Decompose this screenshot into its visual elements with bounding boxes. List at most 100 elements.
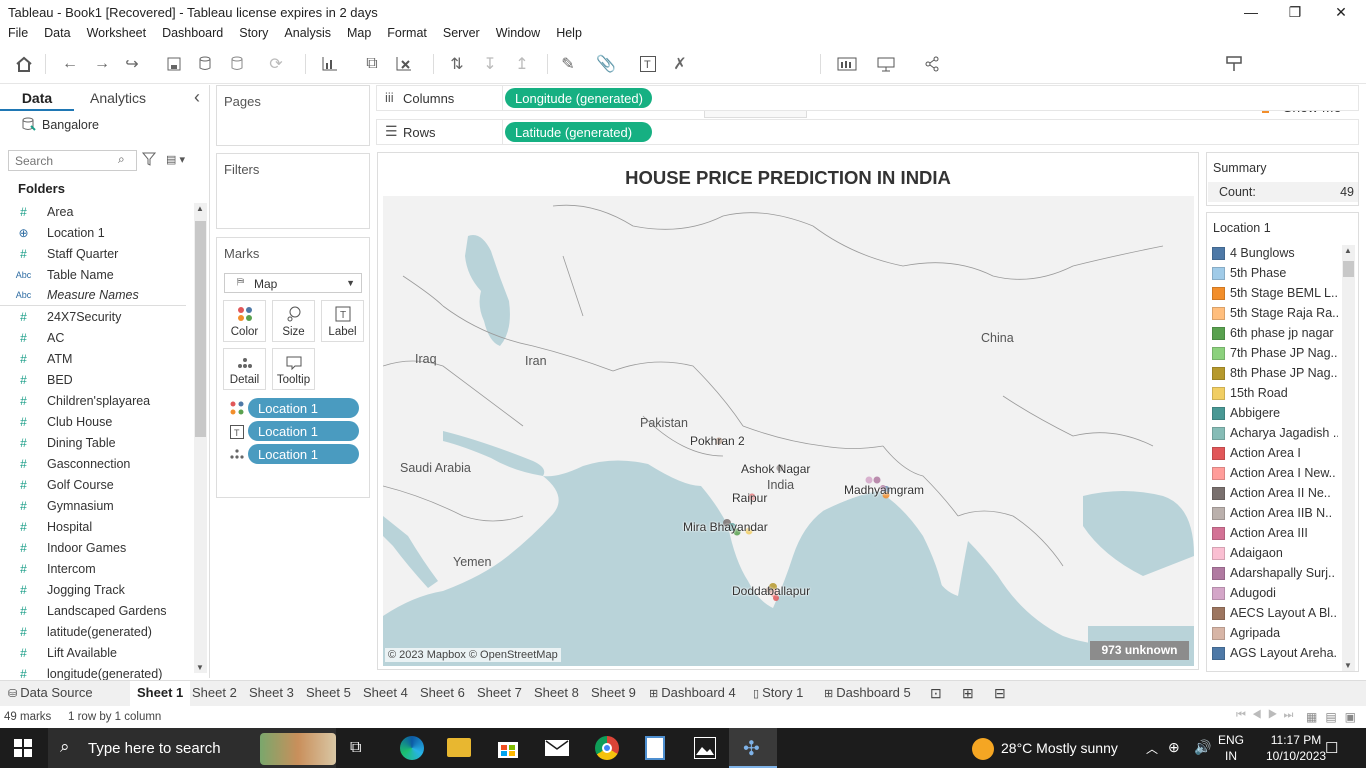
tab-dashboard-5[interactable]: ⊞ Dashboard 5 [824, 685, 911, 700]
longitude-pill[interactable]: Longitude (generated) [505, 88, 652, 108]
color-button[interactable]: Color [223, 300, 266, 342]
weather-text[interactable]: 28°C Mostly sunny [1001, 740, 1118, 756]
duplicate-sheet-icon[interactable]: ⧉ [360, 52, 384, 76]
field-item[interactable]: # Children'splayarea [0, 390, 186, 411]
field-item[interactable]: # Gymnasium [0, 495, 186, 516]
share-icon[interactable] [920, 52, 944, 76]
windows-start-icon[interactable] [14, 739, 32, 757]
field-item[interactable]: # Gasconnection [0, 453, 186, 474]
legend-item[interactable]: 4 Bunglows [1212, 243, 1338, 263]
show-cards-icon[interactable] [835, 52, 859, 76]
show-hidden-icons[interactable]: ︿ [1146, 740, 1158, 757]
rows-shelf[interactable]: ☰ Rows Latitude (generated) [376, 119, 1359, 145]
tab-sheet-6[interactable]: Sheet 6 [420, 685, 465, 700]
new-datasource-icon[interactable] [194, 52, 218, 76]
tab-sheet-1[interactable]: Sheet 1 [130, 681, 191, 706]
field-item[interactable]: # ATM [0, 348, 186, 369]
field-item[interactable]: # Intercom [0, 558, 186, 579]
highlight-icon[interactable]: ✎ [556, 52, 580, 76]
tab-data[interactable]: Data [0, 85, 74, 111]
legend-item[interactable]: Adarshapally Surj.. [1212, 563, 1338, 583]
new-dashboard-tab-icon[interactable]: ⊞ [962, 685, 974, 702]
menu-data[interactable]: Data [36, 24, 78, 40]
notifications-icon[interactable]: ☐ [1325, 739, 1338, 757]
legend-item[interactable]: Action Area III [1212, 523, 1338, 543]
menu-server[interactable]: Server [435, 24, 488, 40]
field-item[interactable]: Abc Table Name [0, 264, 186, 285]
sort-descending-icon[interactable]: ↥ [510, 52, 534, 76]
tab-sheet-4[interactable]: Sheet 4 [363, 685, 408, 700]
field-item[interactable]: # AC [0, 327, 186, 348]
group-icon[interactable]: 📎 [594, 52, 618, 76]
swap-icon[interactable]: ⇅ [445, 52, 469, 76]
menu-window[interactable]: Window [488, 24, 548, 40]
field-item[interactable]: # Staff Quarter [0, 243, 186, 264]
field-item[interactable]: #24X7Security [0, 306, 186, 327]
store-icon[interactable] [497, 737, 519, 759]
field-item[interactable]: # Golf Course [0, 474, 186, 495]
legend-item[interactable]: Acharya Jagadish .. [1212, 423, 1338, 443]
map[interactable]: China Iraq Iran Pakistan India Saudi Ara… [383, 196, 1194, 666]
legend-item[interactable]: AECS Layout A Bl.. [1212, 603, 1338, 623]
presentation-mode-icon[interactable] [874, 52, 898, 76]
legend-item[interactable]: Adugodi [1212, 583, 1338, 603]
filter-icon[interactable] [141, 152, 157, 166]
network-icon[interactable]: ⊕ [1168, 739, 1180, 756]
view-options-icon[interactable]: ▤ ▾ [166, 153, 185, 166]
save-icon[interactable] [162, 52, 186, 76]
legend-scrollbar[interactable]: ▲ ▼ [1342, 245, 1355, 671]
legend-item[interactable]: Action Area I [1212, 443, 1338, 463]
legend-item[interactable]: Action Area IIB N.. [1212, 503, 1338, 523]
field-item[interactable]: # Area [0, 201, 186, 222]
size-button[interactable]: Size [272, 300, 315, 342]
redo-icon[interactable]: → [90, 52, 114, 76]
legend-item[interactable]: 15th Road [1212, 383, 1338, 403]
minimize-button[interactable]: — [1228, 0, 1274, 24]
clear-sheet-icon[interactable] [392, 52, 416, 76]
columns-shelf[interactable]: iii Columns Longitude (generated) [376, 85, 1359, 111]
legend-item[interactable]: Action Area I New.. [1212, 463, 1338, 483]
photos-icon[interactable] [694, 737, 716, 759]
volume-icon[interactable]: 🔊 [1194, 739, 1211, 756]
tab-sheet-8[interactable]: Sheet 8 [534, 685, 579, 700]
sheet-view-options[interactable]: ▦▤▣ [1306, 710, 1364, 724]
field-item[interactable]: # latitude(generated) [0, 621, 186, 642]
chrome-icon[interactable] [595, 736, 619, 760]
legend-item[interactable]: 5th Stage BEML L.. [1212, 283, 1338, 303]
sheet-navigation[interactable]: ⏮◀▶⏭ [1236, 709, 1299, 722]
tab-sheet-9[interactable]: Sheet 9 [591, 685, 636, 700]
tab-sheet-3[interactable]: Sheet 3 [249, 685, 294, 700]
detail-pill[interactable]: Location 1 [248, 444, 359, 464]
datasource-name[interactable]: Bangalore [42, 118, 99, 132]
taskbar-search-box[interactable]: ⌕ Type here to search [48, 728, 336, 768]
unknown-indicator[interactable]: 973 unknown [1090, 641, 1189, 660]
restore-button[interactable]: ❐ [1272, 0, 1318, 24]
legend-item[interactable]: Abbigere [1212, 403, 1338, 423]
tooltip-button[interactable]: Tooltip [272, 348, 315, 390]
pages-card[interactable]: Pages [216, 85, 370, 146]
weather-icon[interactable] [972, 738, 994, 760]
legend-item[interactable]: 5th Phase [1212, 263, 1338, 283]
menu-worksheet[interactable]: Worksheet [79, 24, 155, 40]
refresh-icon[interactable]: ⟳ [264, 52, 288, 76]
legend-item[interactable]: 8th Phase JP Nag.. [1212, 363, 1338, 383]
home-icon[interactable] [12, 52, 36, 76]
legend-item[interactable]: Agripada [1212, 623, 1338, 643]
replay-icon[interactable]: ↪ [120, 52, 144, 76]
clock[interactable]: 11:17 PM 10/10/2023 [1266, 733, 1326, 763]
latitude-pill[interactable]: Latitude (generated) [505, 122, 652, 142]
color-pill[interactable]: Location 1 [248, 398, 359, 418]
tab-dashboard-4[interactable]: ⊞ Dashboard 4 [649, 685, 736, 700]
collapse-pane-icon[interactable]: ‹ [194, 87, 200, 108]
field-item[interactable]: # Dining Table [0, 432, 186, 453]
pause-updates-icon[interactable] [226, 52, 250, 76]
legend-item[interactable]: 7th Phase JP Nag.. [1212, 343, 1338, 363]
menu-format[interactable]: Format [379, 24, 435, 40]
label-pill[interactable]: Location 1 [248, 421, 359, 441]
legend-item[interactable]: Adaigaon [1212, 543, 1338, 563]
menu-dashboard[interactable]: Dashboard [154, 24, 231, 40]
menu-analysis[interactable]: Analysis [276, 24, 339, 40]
mail-icon[interactable] [545, 740, 569, 756]
legend-item[interactable]: Action Area II Ne.. [1212, 483, 1338, 503]
field-item[interactable]: # Landscaped Gardens [0, 600, 186, 621]
